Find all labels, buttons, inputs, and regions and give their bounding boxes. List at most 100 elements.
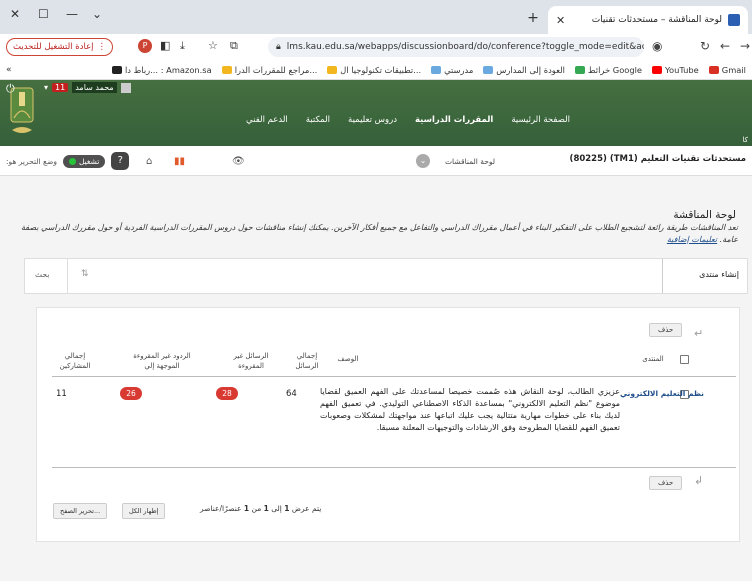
bookmark-label: مدرستي (444, 64, 474, 75)
bookmark-label: رباط دا... : Amazon.sa (125, 64, 212, 75)
course-title[interactable]: مستحدثات تقنيات التعليم (TM1) (80225) (570, 154, 746, 164)
col-description: الوصف (337, 355, 359, 363)
notification-badge[interactable]: 11 (52, 83, 69, 92)
user-menu-chevron-icon: ▾ (44, 83, 49, 92)
paging-total: 1 (243, 504, 250, 513)
search-button[interactable]: بحث (35, 270, 49, 279)
col-total-posts[interactable]: إجمالي الرسائل (290, 351, 324, 371)
library-icon[interactable]: ▮▮ (174, 156, 185, 167)
profile-avatar-icon[interactable]: P (138, 39, 152, 53)
total-posts-value: 64 (286, 389, 297, 399)
bookmarks-bar: Gmail YouTube خرائط Google العودة إلى ال… (0, 60, 752, 80)
top-navigation: الصفحة الرئيسية المقررات الدراسية دروس ت… (246, 115, 570, 125)
back-icon[interactable]: → (740, 39, 750, 53)
paging-text: عنصرًا/عناصر (200, 504, 242, 513)
minimize-window-icon[interactable]: — (66, 7, 78, 21)
sidebar-icon[interactable]: ◧ (160, 39, 170, 52)
user-avatar-icon (120, 82, 131, 93)
breadcrumb[interactable]: لوحة المناقشات (445, 157, 495, 166)
help-icon[interactable]: ? (111, 152, 130, 170)
paging-summary: يتم عرض 1 إلى 1 من 1 عنصرًا/عناصر (200, 504, 321, 513)
bookmark-label: مراجع للمقررات الدرا... (234, 64, 318, 75)
bookmark-amazon[interactable]: رباط دا... : Amazon.sa (112, 65, 212, 75)
edit-mode-label: وضع التحرير هو: (6, 156, 57, 166)
bookmark-label: العودة إلى المدارس (496, 64, 565, 75)
bookmark-google-maps[interactable]: خرائط Google (574, 64, 643, 75)
arrow-icon: ↲ (694, 474, 704, 487)
power-icon[interactable]: ⏻ (6, 82, 15, 96)
col-total-participants[interactable]: إجمالي المشاركين (52, 351, 98, 371)
paging-text: إلى (271, 504, 282, 513)
edit-mode-value: تشغيل (78, 156, 100, 166)
col-unread-replies[interactable]: الردود غير المقروءة الموجهة إلي (130, 351, 194, 371)
new-tab-button[interactable]: + (524, 10, 542, 28)
bookmark-gmail[interactable]: Gmail (708, 64, 746, 75)
arrow-icon: ↵ (694, 327, 704, 340)
bookmark-label: خرائط Google (587, 64, 643, 75)
url-field[interactable]: 🔒︎ lms.kau.edu.sa/webapps/discussionboar… (268, 37, 644, 57)
view-student-preview-icon[interactable]: 👁︎ (232, 156, 245, 167)
bookmark-folder[interactable]: مراجع للمقررات الدرا... (221, 64, 318, 75)
nav-support[interactable]: الدعم الفني (246, 115, 288, 125)
bookmark-back-to-school[interactable]: العودة إلى المدارس (483, 65, 565, 75)
paging-text: يتم عرض (291, 504, 322, 513)
nav-library[interactable]: المكتبة (306, 115, 330, 125)
forum-link[interactable]: نظم التعليم الالكتروني (620, 389, 704, 398)
maximize-window-icon[interactable]: ☐ (38, 7, 49, 21)
show-all-button[interactable]: إظهار الكل (122, 503, 166, 519)
address-toolbar: ⋮ إعادة التشغيل للتحديث P ◧ ⤓ ☆ ⧉ 🔒︎ lms… (0, 34, 752, 60)
favicon-icon (728, 14, 740, 26)
extensions-icon[interactable]: ⧉ (230, 39, 238, 53)
restart-label: إعادة التشغيل للتحديث (13, 42, 94, 52)
lock-icon: 🔒︎ (276, 42, 281, 52)
user-menu[interactable]: محمد سامد 11 ▾ (44, 82, 131, 93)
create-forum-button[interactable]: إنشاء منتدى (699, 270, 739, 279)
restart-to-update-button[interactable]: ⋮ إعادة التشغيل للتحديث (6, 38, 113, 56)
paging-text: من (251, 504, 262, 513)
lens-icon[interactable]: ◉ (652, 39, 662, 53)
edit-mode-control: ? تشغيل وضع التحرير هو: (6, 152, 130, 170)
unread-posts-badge[interactable]: 28 (216, 387, 238, 400)
col-forum[interactable]: المنتدى (633, 354, 673, 364)
delete-button-bottom[interactable]: حذف (649, 476, 683, 490)
maps-icon (574, 65, 585, 74)
bookmark-label: Gmail (721, 64, 746, 75)
bookmark-folder[interactable]: تطبيقات تكنولوجيا ال... (327, 65, 421, 75)
delete-button-top[interactable]: حذف (649, 323, 683, 337)
divider (67, 259, 68, 293)
unread-replies-badge[interactable]: 26 (120, 387, 142, 400)
course-home-icon[interactable]: ⌂ (146, 156, 152, 167)
more-help-link[interactable]: تعليمات إضافية (667, 235, 717, 244)
nav-tutorials[interactable]: دروس تعليمية (348, 115, 397, 125)
reload-icon[interactable]: ↻ (700, 39, 710, 53)
page-description: تعد المناقشات طريقة رائعة لتشجيع الطلاب … (14, 222, 738, 246)
nav-courses[interactable]: المقررات الدراسية (415, 115, 493, 125)
browser-tab-strip: ✕ ☐ — ⌄ + لوحة المناقشة – مستحدثات تقنيا… (0, 0, 752, 34)
edit-on-indicator-icon (68, 157, 76, 165)
download-icon[interactable]: ⤓ (180, 39, 185, 53)
edit-mode-toggle[interactable]: تشغيل (62, 154, 106, 168)
site-icon (431, 65, 442, 74)
site-tag: كا (742, 136, 748, 144)
col-unread-posts[interactable]: الرسائل غير المقروءة (228, 351, 274, 371)
close-window-icon[interactable]: ✕ (10, 7, 20, 21)
tab-search-icon[interactable]: ⌄ (92, 7, 102, 21)
action-bar: إنشاء منتدى بحث ⇅ (24, 258, 748, 294)
bookmark-youtube[interactable]: YouTube (652, 65, 699, 75)
forward-icon[interactable]: ← (720, 39, 730, 53)
bookmark-label: تطبيقات تكنولوجيا ال... (340, 64, 422, 75)
bookmark-madrasati[interactable]: مدرستي (431, 65, 473, 75)
select-all-checkbox[interactable] (680, 355, 689, 364)
youtube-icon (652, 65, 663, 74)
browser-tab[interactable]: لوحة المناقشة – مستحدثات تقنيات ✕ (548, 6, 748, 34)
bookmark-star-icon[interactable]: ☆ (208, 39, 218, 52)
folder-icon (221, 65, 232, 74)
nav-home[interactable]: الصفحة الرئيسية (511, 115, 570, 125)
paging-from: 1 (284, 504, 290, 513)
bookmarks-overflow-icon[interactable]: « (6, 65, 12, 75)
edit-paging-button[interactable]: تحرير الصفح... (53, 503, 108, 519)
close-tab-icon[interactable]: ✕ (556, 14, 565, 27)
sort-icon[interactable]: ⇅ (81, 269, 89, 279)
course-menu-toggle-icon[interactable]: ⌄ (416, 154, 430, 168)
amazon-icon (112, 65, 122, 74)
